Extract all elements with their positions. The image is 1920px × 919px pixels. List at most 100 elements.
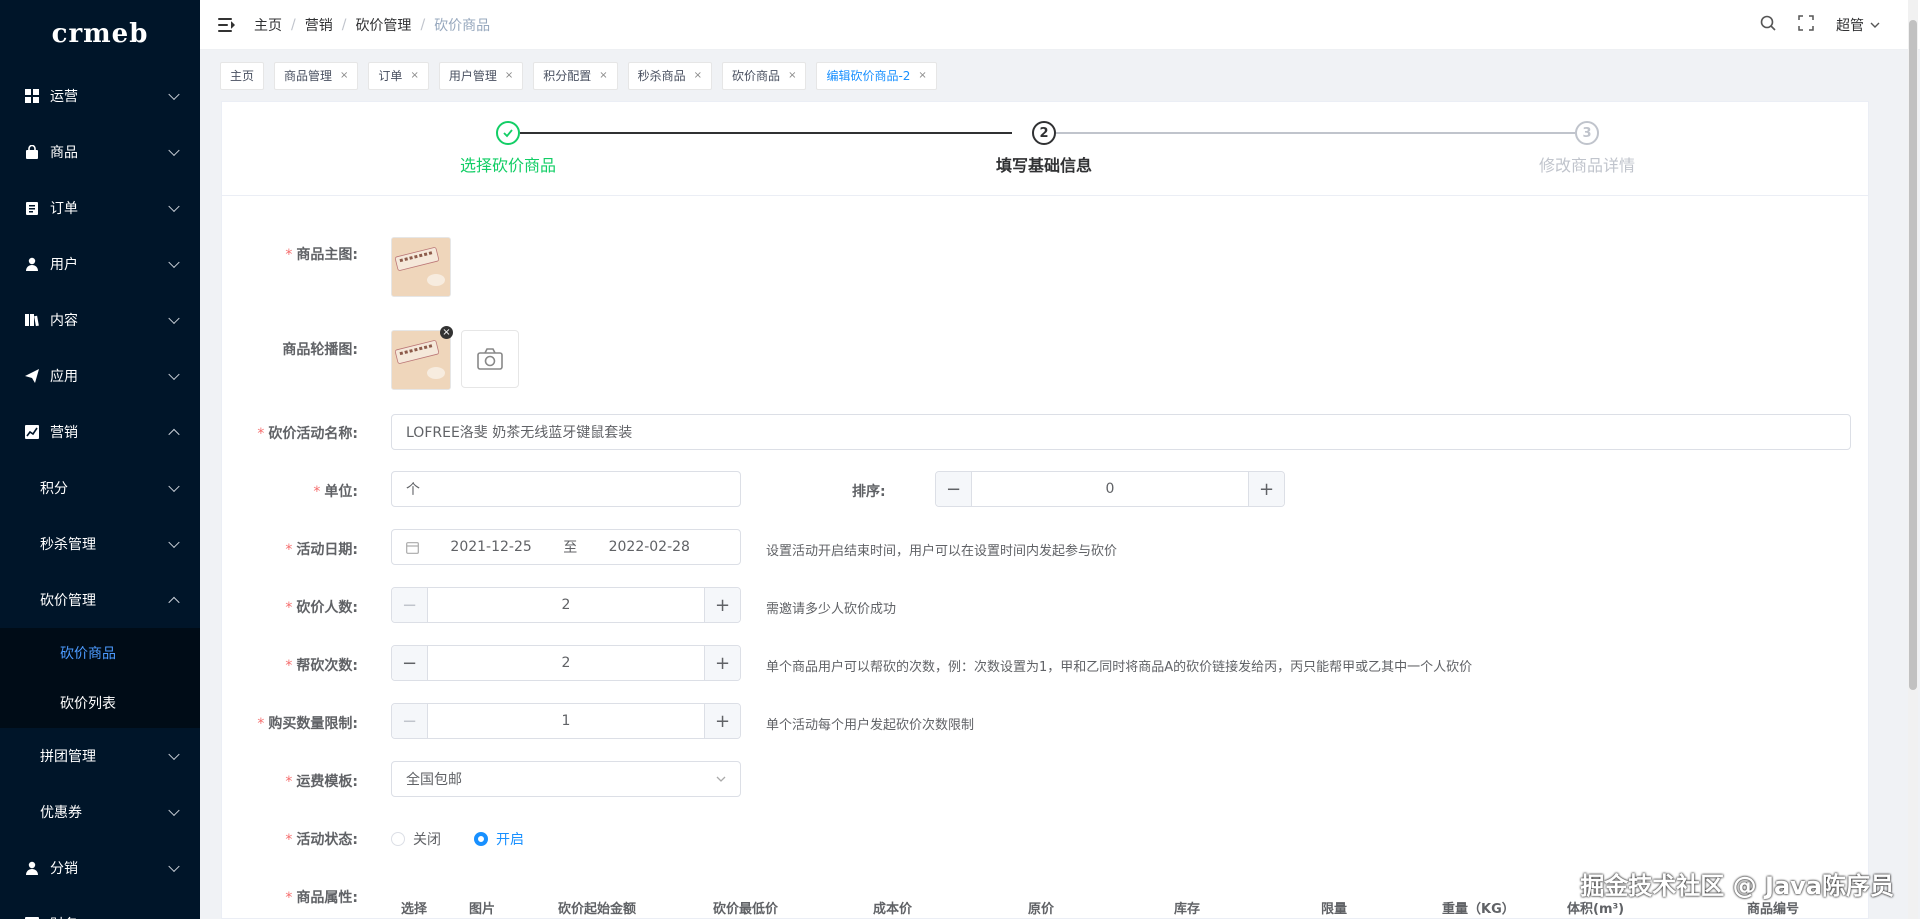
- date-start[interactable]: 2021-12-25: [450, 539, 531, 555]
- sidebar-item-label: 运营: [50, 89, 78, 105]
- carousel-image-thumbnail[interactable]: [391, 330, 451, 390]
- date-hint: 设置活动开启结束时间，用户可以在设置时间内发起参与砍价: [766, 544, 1118, 559]
- close-icon[interactable]: ×: [505, 62, 513, 90]
- breadcrumb-item: 砍价商品: [434, 17, 491, 34]
- sidebar-item-finance[interactable]: 财务: [0, 896, 200, 919]
- close-icon[interactable]: ×: [599, 62, 607, 90]
- decrease-button[interactable]: −: [392, 704, 428, 738]
- tab-seckill-products[interactable]: 秒杀商品 ×: [627, 61, 713, 90]
- sidebar-item-content[interactable]: 内容: [0, 292, 200, 348]
- increase-button[interactable]: +: [704, 646, 740, 680]
- step-2-number: 2: [1032, 121, 1056, 145]
- product-attr-label: * 商品属性:: [285, 890, 358, 906]
- help-count-value[interactable]: 2: [428, 655, 704, 671]
- close-icon[interactable]: ×: [788, 62, 796, 90]
- breadcrumb-item[interactable]: 砍价管理: [355, 15, 411, 35]
- main-image-thumbnail[interactable]: [391, 237, 451, 297]
- fullscreen-icon[interactable]: [1798, 15, 1814, 35]
- status-off-radio[interactable]: 关闭: [391, 829, 441, 849]
- bargain-people-stepper[interactable]: − 2 +: [391, 587, 741, 623]
- tab-product-management[interactable]: 商品管理 ×: [274, 61, 359, 90]
- tab-user-management[interactable]: 用户管理 ×: [438, 61, 524, 90]
- tab-home[interactable]: 主页: [220, 61, 265, 90]
- chart-icon: [24, 424, 40, 440]
- book-icon: [24, 312, 40, 328]
- purchase-limit-value[interactable]: 1: [428, 713, 704, 729]
- user-icon: [24, 860, 40, 876]
- sort-stepper[interactable]: − 0 +: [935, 471, 1285, 507]
- remove-image-icon[interactable]: ×: [440, 326, 453, 339]
- bargain-people-value[interactable]: 2: [428, 597, 704, 613]
- sidebar: crmeb 运营 商品 订单 用户 内容 应用 营销 积分 秒杀管理 砍价管理 …: [0, 0, 200, 919]
- tab-bargain-products[interactable]: 砍价商品 ×: [722, 61, 807, 90]
- sidebar-item-operations[interactable]: 运营: [0, 68, 200, 124]
- user-menu[interactable]: 超管: [1836, 15, 1880, 35]
- chevron-up-icon: [168, 596, 180, 609]
- camera-icon: [477, 348, 503, 370]
- logo[interactable]: crmeb: [0, 0, 200, 68]
- sidebar-item-label: 优惠券: [40, 805, 82, 821]
- chevron-down-icon: [168, 860, 180, 873]
- close-icon[interactable]: ×: [340, 62, 348, 90]
- sidebar-item-users[interactable]: 用户: [0, 236, 200, 292]
- sidebar-item-apps[interactable]: 应用: [0, 348, 200, 404]
- shipping-template-select[interactable]: 全国包邮: [391, 761, 741, 797]
- sidebar-item-bargain-list[interactable]: 砍价列表: [0, 678, 200, 728]
- upload-image-button[interactable]: [461, 330, 519, 388]
- sidebar-item-points[interactable]: 积分: [0, 460, 200, 516]
- sidebar-item-distribution[interactable]: 分销: [0, 840, 200, 896]
- sidebar-item-group-buy[interactable]: 拼团管理: [0, 728, 200, 784]
- help-count-stepper[interactable]: − 2 +: [391, 645, 741, 681]
- user-name: 超管: [1836, 18, 1864, 34]
- help-count-hint: 单个商品用户可以帮砍的次数，例：次数设置为1，甲和乙同时将商品A的砍价链接发给丙…: [766, 660, 1473, 675]
- top-right-tools: 超管: [1760, 0, 1880, 50]
- sidebar-item-products[interactable]: 商品: [0, 124, 200, 180]
- send-icon: [24, 368, 40, 384]
- sidebar-item-label: 砍价商品: [60, 646, 116, 662]
- close-icon[interactable]: ×: [694, 62, 702, 90]
- sidebar-item-orders[interactable]: 订单: [0, 180, 200, 236]
- grid-icon: [24, 88, 40, 104]
- sidebar-item-label: 应用: [50, 369, 78, 385]
- breadcrumb-item[interactable]: 主页: [254, 15, 282, 35]
- watermark: 掘金技术社区 @ Java陈序员: [1580, 872, 1894, 900]
- activity-name-input[interactable]: LOFREE洛斐 奶茶无线蓝牙键鼠套装: [391, 414, 1851, 450]
- menu-toggle-icon[interactable]: [218, 17, 235, 32]
- sidebar-item-label: 内容: [50, 313, 78, 329]
- close-icon[interactable]: ×: [410, 62, 418, 90]
- decrease-button[interactable]: −: [392, 588, 428, 622]
- tab-label: 砍价商品: [732, 68, 781, 83]
- table-header: 砍价最低价: [713, 902, 779, 917]
- sort-value[interactable]: 0: [972, 481, 1248, 497]
- chevron-up-icon: [168, 428, 180, 441]
- unit-input[interactable]: 个: [391, 471, 741, 507]
- tab-orders[interactable]: 订单 ×: [368, 61, 429, 90]
- breadcrumb-item[interactable]: 营销: [305, 15, 333, 35]
- scrollbar-thumb[interactable]: [1909, 20, 1917, 690]
- bargain-people-hint: 需邀请多少人砍价成功: [766, 602, 897, 617]
- steps: 2 3 选择砍价商品 填写基础信息 修改商品详情: [222, 102, 1868, 196]
- tab-points-config[interactable]: 积分配置 ×: [533, 61, 618, 90]
- sidebar-item-coupons[interactable]: 优惠券: [0, 784, 200, 840]
- increase-button[interactable]: +: [704, 588, 740, 622]
- purchase-limit-stepper[interactable]: − 1 +: [391, 703, 741, 739]
- increase-button[interactable]: +: [704, 704, 740, 738]
- decrease-button[interactable]: −: [936, 472, 972, 506]
- tab-edit-bargain-product[interactable]: 编辑砍价商品-2 ×: [816, 61, 937, 90]
- page-scrollbar[interactable]: [1908, 0, 1918, 919]
- increase-button[interactable]: +: [1248, 472, 1284, 506]
- sidebar-item-bargain-products[interactable]: 砍价商品: [0, 628, 200, 678]
- sidebar-item-bargain[interactable]: 砍价管理: [0, 572, 200, 628]
- search-icon[interactable]: [1760, 15, 1776, 35]
- sidebar-item-seckill[interactable]: 秒杀管理: [0, 516, 200, 572]
- chevron-down-icon: [168, 144, 180, 157]
- date-range-picker[interactable]: 2021-12-25 至 2022-02-28: [391, 529, 741, 565]
- sidebar-item-marketing[interactable]: 营销: [0, 404, 200, 460]
- date-end[interactable]: 2022-02-28: [609, 539, 690, 555]
- sidebar-item-label: 砍价管理: [40, 593, 96, 609]
- decrease-button[interactable]: −: [392, 646, 428, 680]
- table-header: 选择: [401, 902, 428, 917]
- close-icon[interactable]: ×: [918, 62, 926, 90]
- breadcrumb-separator: /: [291, 16, 296, 33]
- status-on-radio[interactable]: 开启: [474, 829, 524, 849]
